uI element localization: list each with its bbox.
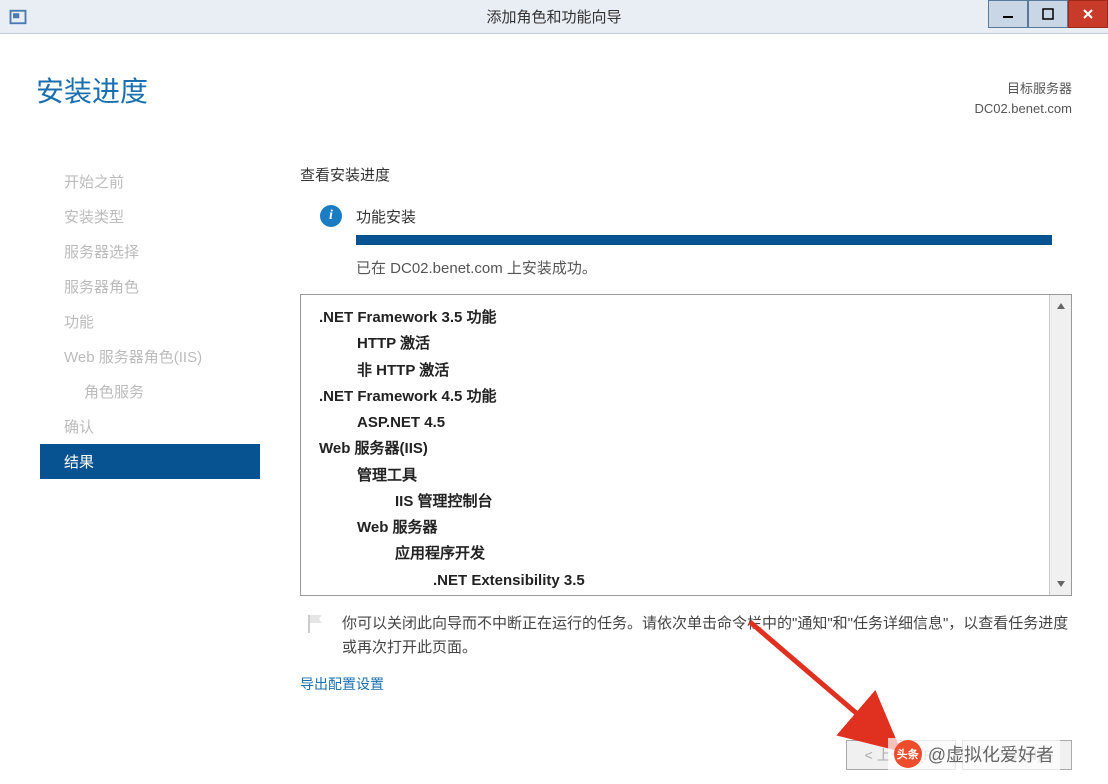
info-icon: i (320, 205, 342, 227)
result-item: .NET Framework 4.5 功能 (319, 384, 1045, 410)
result-item: .NET Extensibility 3.5 (319, 568, 1045, 594)
hint-text: 你可以关闭此向导而不中断正在运行的任务。请依次单击命令栏中的"通知"和"任务详细… (342, 612, 1072, 660)
target-server-info: 目标服务器 DC02.benet.com (974, 79, 1072, 118)
wizard-buttons: < 上一步(P) 下一步(N) > (846, 740, 1072, 770)
sidebar-item-before-begin: 开始之前 (40, 164, 260, 199)
window-controls (988, 0, 1108, 28)
progress-bar-container (356, 235, 1052, 245)
progress-label: 功能安装 (356, 206, 416, 227)
status-text: 已在 DC02.benet.com 上安装成功。 (356, 257, 1072, 278)
result-item: ASP.NET 4.5 (319, 410, 1045, 436)
window-title: 添加角色和功能向导 (486, 6, 621, 27)
sidebar-item-features: 功能 (40, 304, 260, 339)
export-config-link[interactable]: 导出配置设置 (300, 674, 1072, 694)
minimize-button[interactable] (988, 0, 1028, 28)
result-item: Web 服务器 (319, 515, 1045, 541)
sidebar-item-server-select: 服务器选择 (40, 234, 260, 269)
main-panel: 查看安装进度 i 功能安装 已在 DC02.benet.com 上安装成功。 .… (300, 164, 1072, 694)
sidebar-item-server-roles: 服务器角色 (40, 269, 260, 304)
sidebar-item-install-type: 安装类型 (40, 199, 260, 234)
progress-header: i 功能安装 (320, 205, 1072, 227)
close-button[interactable] (1068, 0, 1108, 28)
sidebar-item-confirm: 确认 (40, 409, 260, 444)
scrollbar[interactable] (1049, 295, 1071, 595)
sidebar-item-role-services: 角色服务 (40, 374, 260, 409)
page-title: 安装进度 (36, 70, 148, 110)
result-item: Web 服务器(IIS) (319, 436, 1045, 462)
previous-button: < 上一步(P) (846, 740, 956, 770)
panel-title: 查看安装进度 (300, 164, 1072, 185)
hint-row: 你可以关闭此向导而不中断正在运行的任务。请依次单击命令栏中的"通知"和"任务详细… (300, 612, 1072, 660)
result-item: HTTP 激活 (319, 331, 1045, 357)
progress-bar (356, 235, 1052, 245)
titlebar: 添加角色和功能向导 (0, 0, 1108, 34)
scroll-track[interactable] (1050, 317, 1071, 573)
target-value: DC02.benet.com (974, 99, 1072, 119)
content-area: 安装进度 目标服务器 DC02.benet.com 开始之前 安装类型 服务器选… (0, 34, 1108, 784)
result-item: 非 HTTP 激活 (319, 358, 1045, 384)
sidebar-item-iis-role: Web 服务器角色(IIS) (40, 339, 260, 374)
scroll-up-button[interactable] (1050, 295, 1071, 317)
results-box: .NET Framework 3.5 功能 HTTP 激活 非 HTTP 激活 … (300, 294, 1072, 596)
result-item: 管理工具 (319, 463, 1045, 489)
app-icon (8, 7, 28, 27)
wizard-sidebar: 开始之前 安装类型 服务器选择 服务器角色 功能 Web 服务器角色(IIS) … (40, 164, 260, 479)
maximize-button[interactable] (1028, 0, 1068, 28)
sidebar-item-results[interactable]: 结果 (40, 444, 260, 479)
result-item: .NET Framework 3.5 功能 (319, 305, 1045, 331)
results-content: .NET Framework 3.5 功能 HTTP 激活 非 HTTP 激活 … (301, 295, 1049, 595)
result-item: IIS 管理控制台 (319, 489, 1045, 515)
target-label: 目标服务器 (974, 79, 1072, 99)
scroll-down-button[interactable] (1050, 573, 1071, 595)
flag-icon (304, 612, 328, 636)
next-button: 下一步(N) > (962, 740, 1072, 770)
result-item: 应用程序开发 (319, 541, 1045, 567)
